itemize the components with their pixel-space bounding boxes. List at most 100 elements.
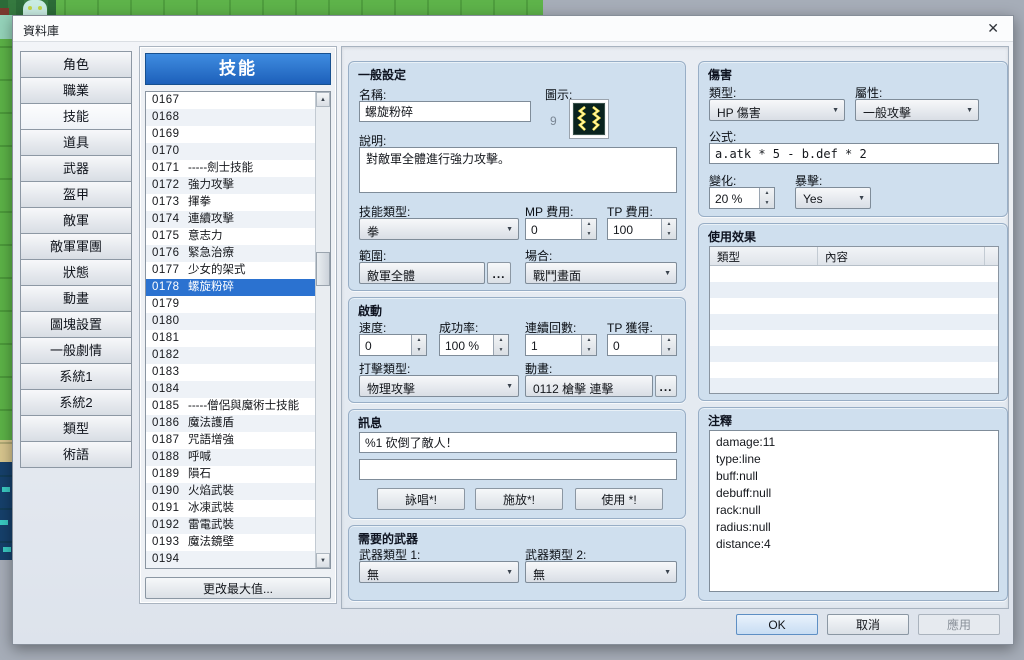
effects-empty-row[interactable] (710, 330, 998, 346)
sidebar-tab-角色[interactable]: 角色 (20, 51, 132, 78)
dialog-titlebar[interactable]: 資料庫 ✕ (13, 16, 1013, 42)
skill-list-item[interactable]: 0180 (146, 313, 315, 330)
scope-more-button[interactable]: ... (487, 262, 511, 284)
skill-list-item[interactable]: 0176 緊急治療 (146, 245, 315, 262)
effects-empty-row[interactable] (710, 314, 998, 330)
ok-button[interactable]: OK (736, 614, 818, 635)
skill-icon[interactable] (569, 99, 609, 139)
sidebar-tab-敵軍軍團[interactable]: 敵軍軍團 (20, 233, 132, 260)
skill-list-item[interactable]: 0194 (146, 551, 315, 568)
skill-list-item[interactable]: 0179 (146, 296, 315, 313)
skill-list-item[interactable]: 0186 魔法護盾 (146, 415, 315, 432)
effects-empty-row[interactable] (710, 346, 998, 362)
message-line2-input[interactable] (359, 459, 677, 480)
effects-table[interactable]: 類型 內容 (709, 246, 999, 394)
scroll-down-icon[interactable]: ▼ (316, 553, 330, 568)
use-template-button[interactable]: 使用 *! (575, 488, 663, 510)
sidebar-tab-術語[interactable]: 術語 (20, 441, 132, 468)
skill-list-item[interactable]: 0170 (146, 143, 315, 160)
cast-template-button[interactable]: 施放*! (475, 488, 563, 510)
note-textarea[interactable]: damage:11 type:line buff:null debuff:nul… (709, 430, 999, 592)
change-maximum-button[interactable]: 更改最大值... (145, 577, 331, 599)
effects-empty-row[interactable] (710, 282, 998, 298)
chant-template-button[interactable]: 詠唱*! (377, 488, 465, 510)
speed-stepper[interactable]: 0 ▲ ▼ (359, 334, 427, 356)
sidebar-tab-盔甲[interactable]: 盔甲 (20, 181, 132, 208)
damage-type-dropdown[interactable]: HP 傷害 ▼ (709, 99, 845, 121)
skill-list[interactable]: 0167 0168 0169 0170 0171 -----劍士技能 0172 強力攻擊 017… (145, 91, 331, 569)
skill-list-item[interactable]: 0175 意志力 (146, 228, 315, 245)
apply-button[interactable]: 應用 (918, 614, 1000, 635)
effects-empty-row[interactable] (710, 362, 998, 378)
skill-list-item[interactable]: 0174 連續攻擊 (146, 211, 315, 228)
critical-dropdown[interactable]: Yes ▼ (795, 187, 871, 209)
skill-list-item[interactable]: 0167 (146, 92, 315, 109)
sidebar-tab-武器[interactable]: 武器 (20, 155, 132, 182)
name-input[interactable] (359, 101, 531, 122)
spinner-arrows-icon[interactable]: ▲ ▼ (411, 335, 426, 355)
formula-input[interactable] (709, 143, 999, 164)
skill-list-item[interactable]: 0183 (146, 364, 315, 381)
sidebar-tab-系統2[interactable]: 系統2 (20, 389, 132, 416)
skill-list-item[interactable]: 0173 揮拳 (146, 194, 315, 211)
sidebar-tab-技能[interactable]: 技能 (20, 103, 132, 130)
skill-type-dropdown[interactable]: 拳 ▼ (359, 218, 519, 240)
sidebar-tab-道具[interactable]: 道具 (20, 129, 132, 156)
skill-list-scrollbar[interactable]: ▲ ▼ (315, 92, 330, 568)
sidebar-tab-一般劇情[interactable]: 一般劇情 (20, 337, 132, 364)
spinner-arrows-icon[interactable]: ▲ ▼ (759, 188, 774, 208)
element-dropdown[interactable]: 一般攻擊 ▼ (855, 99, 979, 121)
tp-cost-stepper[interactable]: 100 ▲ ▼ (607, 218, 677, 240)
skill-list-item[interactable]: 0172 強力攻擊 (146, 177, 315, 194)
skill-list-item[interactable]: 0178 螺旋粉碎 (146, 279, 315, 296)
occasion-dropdown[interactable]: 戰鬥畫面 ▼ (525, 262, 677, 284)
skill-list-item[interactable]: 0190 火焰武裝 (146, 483, 315, 500)
sidebar-tab-狀態[interactable]: 狀態 (20, 259, 132, 286)
skill-list-item[interactable]: 0187 咒語增強 (146, 432, 315, 449)
skill-list-item[interactable]: 0168 (146, 109, 315, 126)
skill-list-item[interactable]: 0171 -----劍士技能 (146, 160, 315, 177)
repeats-stepper[interactable]: 1 ▲ ▼ (525, 334, 597, 356)
message-line1-input[interactable] (359, 432, 677, 453)
sidebar-tab-系統1[interactable]: 系統1 (20, 363, 132, 390)
spinner-arrows-icon[interactable]: ▲ ▼ (581, 335, 596, 355)
spinner-arrows-icon[interactable]: ▲ ▼ (493, 335, 508, 355)
sidebar-tab-圖塊設置[interactable]: 圖塊設置 (20, 311, 132, 338)
skill-list-item[interactable]: 0188 呼喊 (146, 449, 315, 466)
skill-list-item[interactable]: 0192 雷電武裝 (146, 517, 315, 534)
tp-gain-stepper[interactable]: 0 ▲ ▼ (607, 334, 677, 356)
cancel-button[interactable]: 取消 (827, 614, 909, 635)
skill-list-item[interactable]: 0184 (146, 381, 315, 398)
skill-list-item[interactable]: 0177 少女的架式 (146, 262, 315, 279)
skill-list-item[interactable]: 0185 -----僧侶與魔術士技能 (146, 398, 315, 415)
skill-list-item[interactable]: 0181 (146, 330, 315, 347)
animation-field[interactable]: 0112 槍擊 連擊 (525, 375, 653, 397)
skill-list-item[interactable]: 0182 (146, 347, 315, 364)
effects-empty-row[interactable] (710, 266, 998, 282)
skill-list-item[interactable]: 0193 魔法鏡壁 (146, 534, 315, 551)
weapon-type1-dropdown[interactable]: 無 ▼ (359, 561, 519, 583)
effects-empty-row[interactable] (710, 378, 998, 393)
scope-field[interactable]: 敵軍全體 (359, 262, 485, 284)
spinner-arrows-icon[interactable]: ▲ ▼ (661, 335, 676, 355)
close-icon[interactable]: ✕ (987, 20, 999, 37)
hit-type-dropdown[interactable]: 物理攻擊 ▼ (359, 375, 519, 397)
effects-empty-row[interactable] (710, 298, 998, 314)
sidebar-tab-敵軍[interactable]: 敵軍 (20, 207, 132, 234)
weapon-type2-dropdown[interactable]: 無 ▼ (525, 561, 677, 583)
sidebar-tab-類型[interactable]: 類型 (20, 415, 132, 442)
skill-list-item[interactable]: 0191 冰凍武裝 (146, 500, 315, 517)
variance-stepper[interactable]: 20 % ▲ ▼ (709, 187, 775, 209)
skill-list-item[interactable]: 0189 隕石 (146, 466, 315, 483)
sidebar-tab-動畫[interactable]: 動畫 (20, 285, 132, 312)
mp-cost-stepper[interactable]: 0 ▲ ▼ (525, 218, 597, 240)
animation-more-button[interactable]: ... (655, 375, 677, 397)
scrollbar-thumb[interactable] (316, 252, 330, 286)
sidebar-tab-職業[interactable]: 職業 (20, 77, 132, 104)
spinner-arrows-icon[interactable]: ▲ ▼ (581, 219, 596, 239)
spinner-arrows-icon[interactable]: ▲ ▼ (661, 219, 676, 239)
scroll-up-icon[interactable]: ▲ (316, 92, 330, 107)
skill-list-item[interactable]: 0169 (146, 126, 315, 143)
description-textarea[interactable]: 對敵軍全體進行強力攻擊。 (359, 147, 677, 193)
success-rate-stepper[interactable]: 100 % ▲ ▼ (439, 334, 509, 356)
